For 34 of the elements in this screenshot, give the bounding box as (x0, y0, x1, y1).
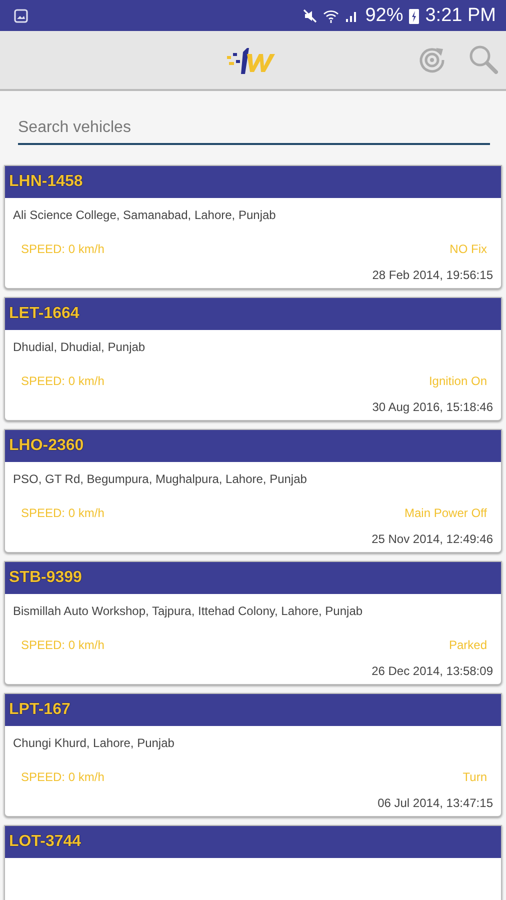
vehicle-plate: STB-9399 (5, 562, 501, 594)
wifi-icon (323, 8, 340, 22)
timestamp: 06 Jul 2014, 13:47:15 (376, 796, 493, 810)
battery-icon (409, 8, 420, 24)
timestamp: 25 Nov 2014, 12:49:46 (370, 532, 493, 546)
vehicle-status: NO Fix (450, 242, 487, 256)
vehicle-address: Ali Science College, Samanabad, Lahore, Punjab (13, 208, 277, 222)
battery-percent: 92% (365, 4, 404, 26)
vehicle-status: Ignition On (428, 374, 487, 388)
vehicle-address: Chungi Khurd, Lahore, Punjab (13, 736, 176, 750)
vehicle-plate: LOT-3744 (5, 826, 501, 858)
vehicle-plate: LHO-2360 (5, 430, 501, 462)
speed-text: SPEED: 0 km/h (21, 242, 104, 256)
vehicle-plate: LPT-167 (5, 694, 501, 726)
vehicle-status: Turn (462, 770, 487, 784)
mute-icon (303, 8, 318, 22)
clock-time: 3:21 PM (425, 4, 496, 26)
speed-text: SPEED: 0 km/h (21, 374, 104, 388)
search-icon[interactable] (468, 44, 498, 76)
search-field[interactable]: Search vehicles (18, 115, 490, 145)
speed-text: SPEED: 0 km/h (21, 638, 104, 652)
speed-text: SPEED: 0 km/h (21, 506, 104, 520)
vehicle-plate: LET-1664 (5, 298, 501, 330)
vehicle-address: Bismillah Auto Workshop, Tajpura, Ittehad Colony, Lahore, Punjab (13, 604, 364, 618)
image-icon (14, 8, 28, 22)
vehicle-plate: LHN-1458 (5, 166, 501, 198)
timestamp: 26 Dec 2014, 13:58:09 (370, 664, 493, 678)
timestamp: 28 Feb 2014, 19:56:15 (371, 268, 493, 282)
vehicle-address: Dhudial, Dhudial, Punjab (13, 340, 146, 354)
vehicle-status: Parked (448, 638, 487, 652)
vehicle-status: Main Power Off (404, 506, 487, 520)
speed-text: SPEED: 0 km/h (21, 770, 104, 784)
timestamp: 30 Aug 2016, 15:18:46 (371, 400, 493, 414)
vehicle-address: PSO, GT Rd, Begumpura, Mughalpura, Lahore, Punjab (13, 472, 308, 486)
